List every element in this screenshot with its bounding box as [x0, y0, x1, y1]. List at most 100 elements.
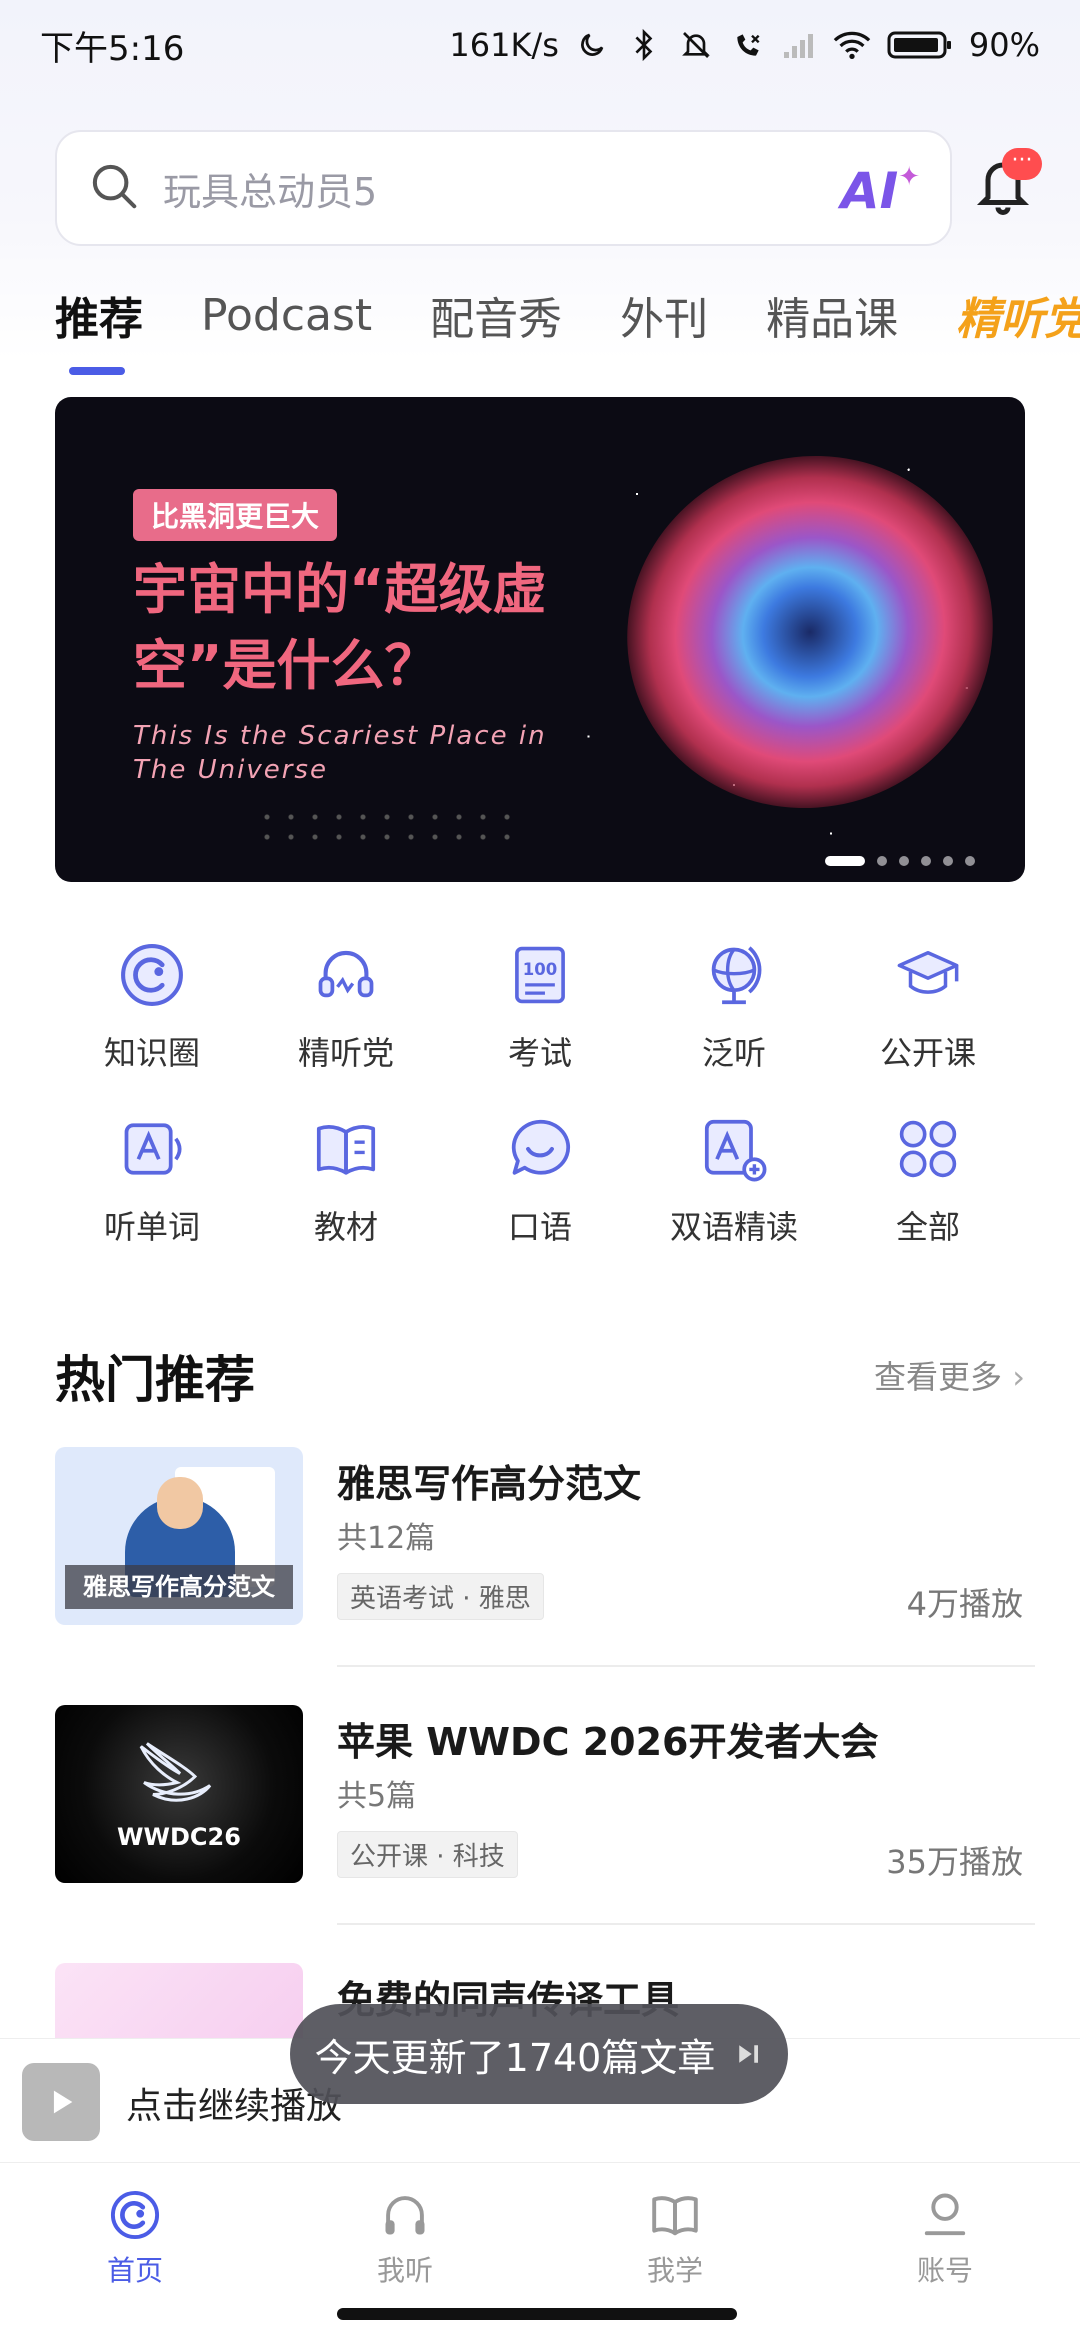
search-input[interactable]: 玩具总动员5 AI✦ — [55, 130, 952, 246]
shortcut-grid: 知识圈 精听党 100 考试 泛听 公开课 听单词 教材 口语 双语精读 全部 — [55, 940, 1025, 1248]
swift-logo-icon — [139, 1742, 212, 1802]
shortcut-label: 双语精读 — [669, 1208, 798, 1246]
banner-tag: 比黑洞更巨大 — [133, 489, 338, 541]
signal-icon — [781, 26, 819, 64]
book-icon — [311, 1114, 381, 1184]
see-more-link[interactable]: 查看更多 › — [874, 1352, 1025, 1398]
shortcut-label: 教材 — [313, 1208, 378, 1246]
carousel-dot[interactable] — [921, 856, 931, 866]
net-speed: 161K/s — [449, 26, 559, 64]
nav-label: 账号 — [916, 2254, 973, 2287]
status-bar: 下午5:16 161K/s 90% — [0, 0, 1080, 90]
category-tabs: 推荐 Podcast 配音秀 外刊 精品课 精听党 — [55, 275, 1080, 375]
play-icon — [53, 2090, 73, 2114]
banner-subtitle: This Is the Scariest Place in The Univer… — [133, 721, 547, 785]
tab-premium-course[interactable]: 精品课 — [766, 283, 898, 347]
face-illustration — [157, 1477, 203, 1529]
bluetooth-icon — [625, 26, 663, 64]
tab-podcast[interactable]: Podcast — [201, 290, 372, 341]
nav-account[interactable]: 账号 — [810, 2163, 1080, 2340]
item-title: 苹果 WWDC 2026开发者大会 — [337, 1720, 879, 1764]
shortcut-label: 全部 — [895, 1208, 960, 1246]
item-count: 共12篇 — [337, 1521, 436, 1556]
open-book-icon — [652, 2196, 698, 2236]
section-title: 热门推荐 — [55, 1351, 255, 1409]
ai-label: AI — [840, 162, 899, 220]
notification-badge: ··· — [1002, 148, 1042, 180]
tab-foreign-press[interactable]: 外刊 — [620, 283, 708, 347]
mute-bell-icon — [677, 26, 715, 64]
decorative-dots — [255, 807, 515, 847]
nav-label: 首页 — [106, 2254, 163, 2287]
status-icons: 161K/s 90% — [449, 26, 1040, 64]
status-time: 下午5:16 — [40, 28, 185, 69]
exam-100-icon: 100 — [505, 940, 575, 1010]
skip-icon — [739, 2045, 759, 2063]
tab-recommend[interactable]: 推荐 — [55, 283, 143, 375]
item-thumbnail: WWDC26 — [55, 1705, 303, 1883]
sparkle-icon: ✦ — [898, 162, 920, 192]
nav-label: 我听 — [376, 2254, 433, 2287]
nav-label: 我学 — [646, 2254, 703, 2287]
shortcut-open-course[interactable]: 公开课 — [831, 940, 1025, 1074]
chat-bubble-icon — [505, 1114, 575, 1184]
shortcut-exam[interactable]: 100 考试 — [443, 940, 637, 1074]
headphones-icon — [385, 2196, 425, 2235]
moon-icon — [573, 26, 611, 64]
shortcut-label: 口语 — [507, 1208, 572, 1246]
shortcut-label: 精听党 — [297, 1034, 394, 1072]
search-row: 玩具总动员5 AI✦ — [55, 130, 1055, 246]
carousel-dot[interactable] — [877, 856, 887, 866]
toast-text: 今天更新了1740篇文章 — [314, 2035, 716, 2080]
divider — [337, 1923, 1035, 1925]
item-plays: 35万播放 — [886, 1843, 1023, 1881]
carousel-dot[interactable] — [899, 856, 909, 866]
carousel-dot[interactable] — [965, 856, 975, 866]
nav-home[interactable]: 首页 — [0, 2163, 270, 2340]
banner-headline: 宇宙中的“超级虚空”是什么？ — [133, 558, 547, 697]
shortcut-bilingual-reading[interactable]: 双语精读 — [637, 1114, 831, 1248]
play-button[interactable] — [22, 2063, 100, 2141]
shortcut-label: 泛听 — [701, 1034, 766, 1072]
bilingual-read-icon — [699, 1114, 769, 1184]
divider — [337, 1665, 1035, 1667]
list-item[interactable]: 雅思写作高分范文 雅思写作高分范文 共12篇 英语考试 · 雅思 4万播放 — [55, 1447, 1035, 1627]
shortcut-textbook[interactable]: 教材 — [249, 1114, 443, 1248]
shortcut-listen-words[interactable]: 听单词 — [55, 1114, 249, 1248]
headset-icon — [311, 940, 381, 1010]
tab-dubbing[interactable]: 配音秀 — [430, 283, 562, 347]
shortcut-intensive-listening[interactable]: 精听党 — [249, 940, 443, 1074]
home-icon — [110, 2190, 160, 2240]
item-plays: 4万播放 — [906, 1585, 1023, 1623]
hero-banner[interactable]: 比黑洞更巨大 宇宙中的“超级虚空”是什么？ This Is the Scarie… — [55, 397, 1025, 882]
carousel-dot[interactable] — [825, 856, 865, 866]
home-indicator — [337, 2308, 737, 2320]
circle-c-icon — [117, 940, 187, 1010]
carousel-dot[interactable] — [943, 856, 953, 866]
item-thumbnail: 雅思写作高分范文 — [55, 1447, 303, 1625]
tab-intensive-listening[interactable]: 精听党 — [956, 283, 1080, 347]
shortcut-all[interactable]: 全部 — [831, 1114, 1025, 1248]
update-toast[interactable]: 今天更新了1740篇文章 — [290, 2004, 788, 2104]
wifi-icon — [833, 26, 871, 64]
shortcut-label: 考试 — [507, 1034, 572, 1072]
ai-search-button[interactable]: AI✦ — [841, 162, 920, 220]
shortcut-label: 公开课 — [879, 1034, 976, 1072]
shortcut-knowledge-circle[interactable]: 知识圈 — [55, 940, 249, 1074]
thumbnail-caption: 雅思写作高分范文 — [65, 1565, 293, 1609]
shortcut-label: 知识圈 — [103, 1034, 200, 1072]
thumbnail-caption: WWDC26 — [117, 1823, 241, 1851]
shortcut-speaking[interactable]: 口语 — [443, 1114, 637, 1248]
shortcut-extensive-listening[interactable]: 泛听 — [637, 940, 831, 1074]
grid-all-icon — [893, 1114, 963, 1184]
search-placeholder: 玩具总动员5 — [163, 169, 378, 214]
battery-icon — [885, 26, 955, 64]
call-off-icon — [729, 26, 767, 64]
graduation-cap-icon — [893, 940, 963, 1010]
carousel-indicator — [825, 856, 975, 866]
chevron-right-icon: › — [1012, 1358, 1025, 1396]
item-title: 雅思写作高分范文 — [337, 1462, 642, 1506]
list-item[interactable]: WWDC26 苹果 WWDC 2026开发者大会 共5篇 公开课 · 科技 35… — [55, 1705, 1035, 1885]
account-icon — [924, 2193, 966, 2236]
item-tag: 英语考试 · 雅思 — [337, 1573, 544, 1620]
